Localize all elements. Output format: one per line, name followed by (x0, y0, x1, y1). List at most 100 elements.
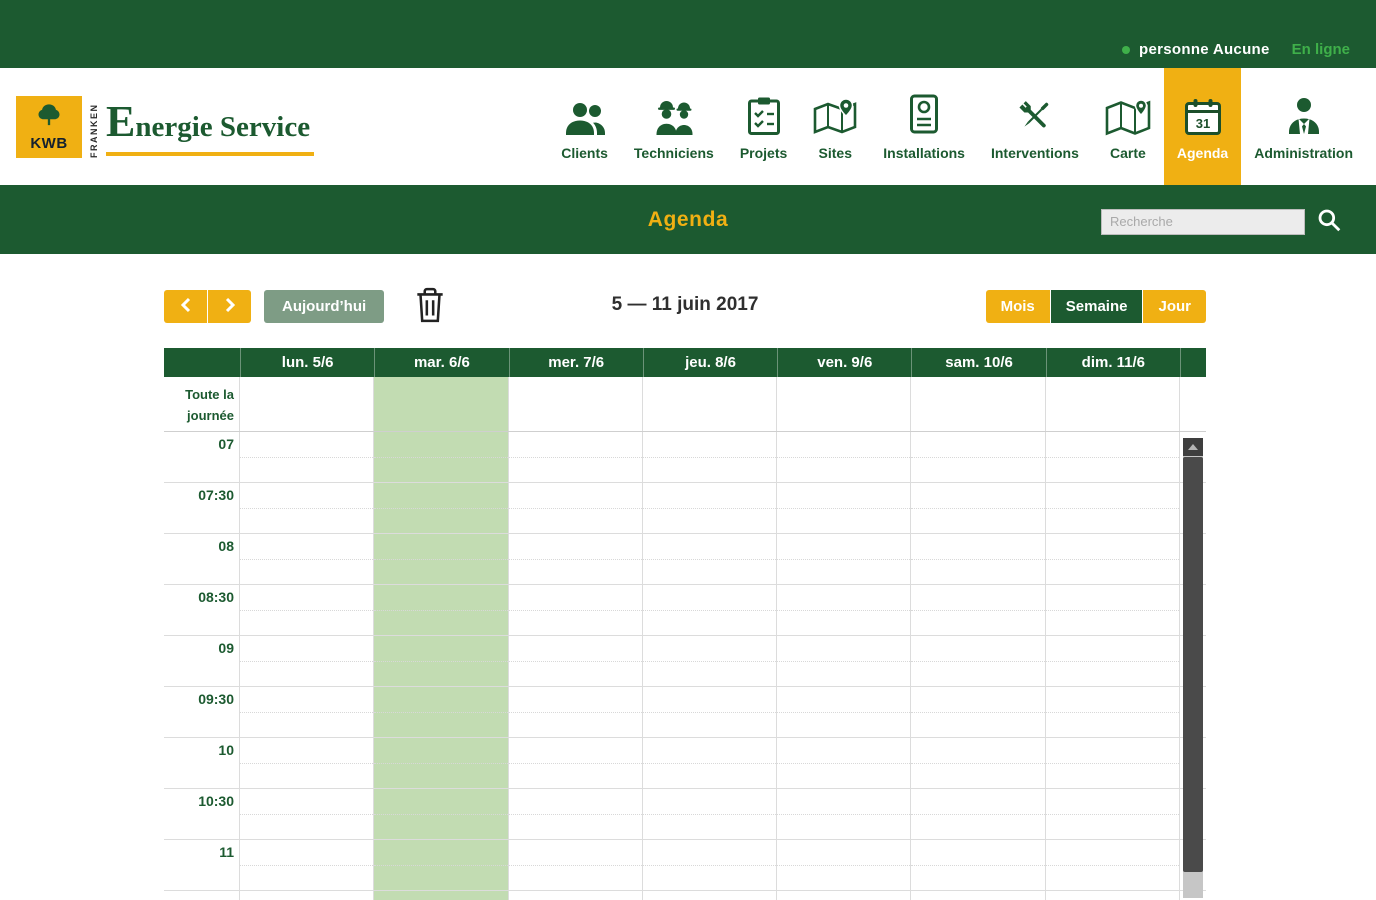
calendar-cell[interactable] (777, 585, 912, 635)
calendar-cell[interactable] (777, 738, 912, 788)
search-button[interactable] (1316, 207, 1342, 236)
calendar-cell[interactable] (1045, 585, 1180, 635)
vertical-scrollbar[interactable] (1183, 438, 1203, 898)
calendar-cell[interactable] (240, 789, 375, 839)
nav-item-administration[interactable]: Administration (1241, 68, 1366, 185)
scroll-up-button[interactable] (1183, 438, 1203, 456)
calendar-cell-today[interactable] (374, 738, 509, 788)
nav-item-sites[interactable]: Sites (800, 68, 870, 185)
brand-logo[interactable]: KWB FRANKEN Energie Service (16, 68, 315, 185)
nav-item-carte[interactable]: Carte (1092, 68, 1164, 185)
calendar-cell[interactable] (642, 432, 778, 482)
view-month-button[interactable]: Mois (985, 290, 1050, 323)
calendar-cell[interactable] (642, 789, 778, 839)
nav-item-agenda[interactable]: 31 Agenda (1163, 68, 1242, 185)
calendar-cell[interactable] (508, 789, 643, 839)
calendar-cell-today[interactable] (374, 636, 509, 686)
calendar-cell[interactable] (777, 891, 912, 900)
calendar-cell-today[interactable] (374, 891, 509, 900)
calendar-cell[interactable] (1045, 789, 1180, 839)
calendar-cell[interactable] (509, 377, 643, 431)
calendar-cell[interactable] (642, 687, 778, 737)
search-input[interactable] (1101, 208, 1305, 235)
calendar-cell[interactable] (643, 377, 778, 431)
calendar-cell[interactable] (911, 636, 1046, 686)
calendar-cell[interactable] (240, 585, 375, 635)
calendar-cell[interactable] (1045, 483, 1180, 533)
calendar-cell-today[interactable] (374, 585, 509, 635)
calendar-cell[interactable] (911, 738, 1046, 788)
calendar-cell-today[interactable] (374, 789, 509, 839)
calendar-cell[interactable] (1045, 840, 1180, 890)
calendar-cell-today[interactable] (374, 534, 509, 584)
calendar-cell[interactable] (240, 738, 375, 788)
calendar-cell[interactable] (777, 789, 912, 839)
time-label: 10:30 (164, 789, 240, 839)
nav-item-techniciens[interactable]: Techniciens (621, 68, 727, 185)
calendar-cell[interactable] (777, 840, 912, 890)
calendar-cell[interactable] (240, 534, 375, 584)
calendar-cell[interactable] (911, 534, 1046, 584)
calendar-cell[interactable] (642, 738, 778, 788)
calendar-cell[interactable] (240, 636, 375, 686)
calendar-corner-cell (164, 348, 240, 377)
calendar-cell[interactable] (911, 687, 1046, 737)
calendar-cell[interactable] (508, 738, 643, 788)
calendar-cell[interactable] (240, 432, 375, 482)
calendar-cell[interactable] (508, 636, 643, 686)
calendar-cell[interactable] (642, 483, 778, 533)
calendar-cell[interactable] (1045, 687, 1180, 737)
calendar-cell[interactable] (777, 377, 912, 431)
calendar-cell[interactable] (240, 891, 375, 900)
calendar-cell[interactable] (911, 891, 1046, 900)
calendar-cell[interactable] (642, 840, 778, 890)
calendar-cell[interactable] (508, 585, 643, 635)
calendar-cell[interactable] (642, 636, 778, 686)
calendar-cell[interactable] (777, 483, 912, 533)
calendar-cell[interactable] (508, 687, 643, 737)
nav-item-interventions[interactable]: Interventions (978, 68, 1092, 185)
calendar-cell-today[interactable] (374, 377, 509, 431)
calendar-cell[interactable] (911, 789, 1046, 839)
calendar-cell-today[interactable] (374, 687, 509, 737)
view-week-button[interactable]: Semaine (1050, 290, 1143, 323)
calendar-cell[interactable] (1046, 377, 1180, 431)
calendar-cell[interactable] (777, 636, 912, 686)
calendar-cell[interactable] (508, 534, 643, 584)
calendar-cell[interactable] (240, 483, 375, 533)
calendar-cell[interactable] (1045, 738, 1180, 788)
nav-label: Administration (1254, 145, 1353, 161)
calendar-cell[interactable] (508, 483, 643, 533)
calendar-cell[interactable] (642, 585, 778, 635)
calendar-cell[interactable] (509, 891, 643, 900)
calendar-cell[interactable] (911, 585, 1046, 635)
calendar-cell[interactable] (508, 432, 643, 482)
calendar-cell[interactable] (642, 534, 778, 584)
calendar-cell[interactable] (508, 840, 643, 890)
nav-label: Projets (739, 145, 788, 161)
calendar-cell[interactable] (911, 432, 1046, 482)
calendar-cell[interactable] (911, 377, 1046, 431)
calendar-cell[interactable] (1045, 534, 1180, 584)
calendar-cell[interactable] (240, 840, 375, 890)
calendar-cell[interactable] (777, 432, 912, 482)
scrollbar-thumb[interactable] (1183, 457, 1203, 872)
nav-item-clients[interactable]: Clients (548, 68, 621, 185)
calendar-cell[interactable] (911, 840, 1046, 890)
nav-item-projets[interactable]: Projets (727, 68, 800, 185)
calendar-cell-today[interactable] (374, 840, 509, 890)
online-status[interactable]: En ligne (1292, 41, 1350, 58)
calendar-cell[interactable] (1045, 636, 1180, 686)
calendar-cell[interactable] (240, 687, 375, 737)
calendar-cell[interactable] (240, 377, 375, 431)
calendar-cell[interactable] (777, 687, 912, 737)
calendar-cell[interactable] (1045, 432, 1180, 482)
nav-item-installations[interactable]: Installations (870, 68, 978, 185)
calendar-cell[interactable] (911, 483, 1046, 533)
calendar-cell[interactable] (643, 891, 778, 900)
calendar-cell-today[interactable] (374, 483, 509, 533)
calendar-cell[interactable] (777, 534, 912, 584)
calendar-cell-today[interactable] (374, 432, 509, 482)
calendar-cell[interactable] (1046, 891, 1180, 900)
view-day-button[interactable]: Jour (1143, 290, 1206, 323)
